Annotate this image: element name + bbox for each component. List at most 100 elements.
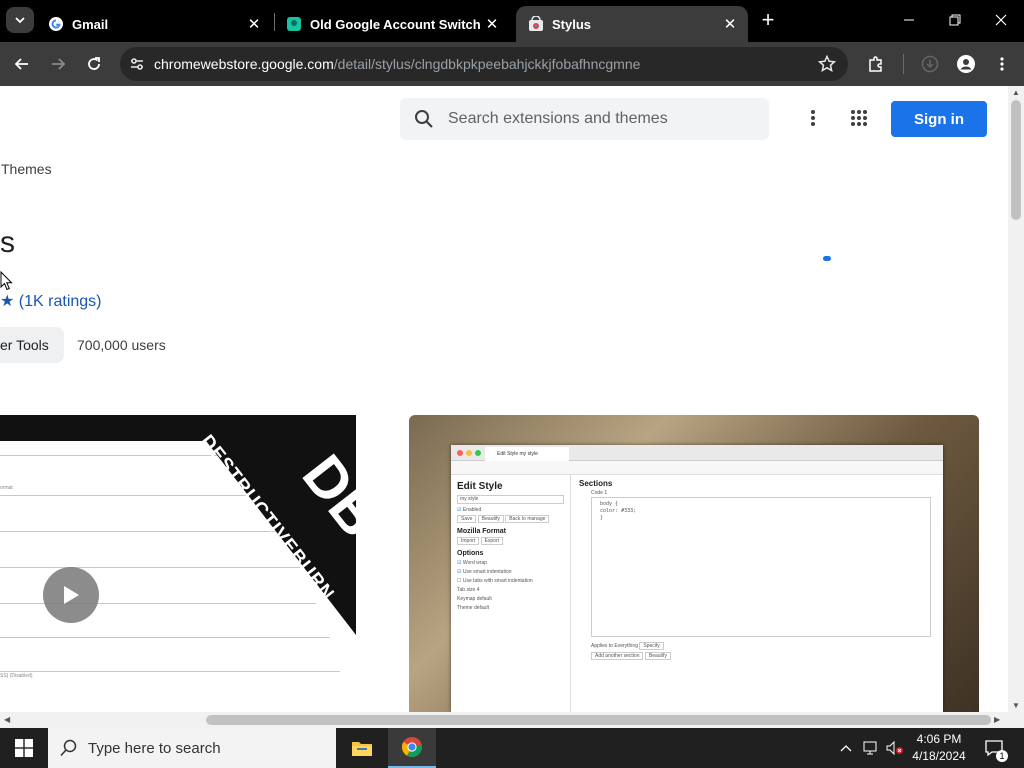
- screenshot-addressbar: [451, 461, 943, 475]
- screenshot-titlebar: Edit Style my style: [451, 445, 943, 461]
- start-button[interactable]: [0, 728, 48, 768]
- minimize-icon: [904, 19, 914, 21]
- show-hidden-icons-button[interactable]: [836, 728, 856, 768]
- applies-to-label: Applies to: [591, 643, 613, 649]
- user-count: 700,000 users: [77, 337, 166, 353]
- style-name-field: my style: [457, 495, 564, 504]
- sign-in-button[interactable]: Sign in: [891, 101, 987, 137]
- code-line: body {: [600, 501, 619, 507]
- tab-gmail[interactable]: Gmail ✕: [36, 6, 272, 42]
- category-label: er Tools: [0, 337, 49, 353]
- ratings-link[interactable]: ★ (1K ratings): [0, 291, 102, 311]
- scroll-right-icon[interactable]: ▶: [994, 715, 1000, 724]
- mozilla-format-heading: Mozilla Format: [457, 528, 507, 535]
- close-window-button[interactable]: [978, 0, 1024, 40]
- back-button[interactable]: [8, 50, 36, 78]
- theme-label: Theme: [457, 605, 473, 611]
- tab-old-google-account-switcher[interactable]: Old Google Account Switcher ✕: [274, 6, 510, 42]
- address-bar[interactable]: chromewebstore.google.com/detail/stylus/…: [120, 47, 848, 81]
- new-tab-button[interactable]: +: [756, 7, 780, 32]
- specify-button: Specify: [639, 642, 664, 650]
- sections-title: Sections: [579, 479, 613, 488]
- nav-themes-link[interactable]: Themes: [1, 161, 52, 177]
- chrome-icon: [402, 737, 423, 758]
- tab-title: Stylus: [552, 16, 592, 32]
- tab-size-row: Tab size 4: [457, 587, 564, 593]
- network-icon: [863, 741, 877, 755]
- tab-size-value: 4: [476, 587, 480, 593]
- extension-puzzle-icon: [286, 16, 302, 32]
- reload-button[interactable]: [80, 50, 108, 78]
- apps-grid-icon: [851, 110, 867, 126]
- chrome-taskbar-button[interactable]: [388, 728, 436, 768]
- loading-spinner: [823, 256, 831, 261]
- tab-search-button[interactable]: [6, 7, 34, 33]
- edit-style-title: Edit Style: [457, 481, 503, 492]
- option-label: Word wrap: [462, 560, 487, 566]
- google-apps-button[interactable]: [847, 106, 871, 130]
- bookmark-star-icon[interactable]: [817, 54, 837, 78]
- gmail-icon: [48, 16, 64, 32]
- option-item: ☑ Word wrap: [457, 560, 487, 566]
- downloads-button[interactable]: [916, 50, 944, 78]
- save-button: Save: [457, 515, 477, 523]
- ratings-count: (1K ratings): [18, 293, 102, 310]
- menu-button[interactable]: [988, 50, 1016, 78]
- close-icon[interactable]: ✕: [480, 12, 504, 36]
- url-path: /detail/stylus/clngdbkpkpeebahjckkjfobaf…: [333, 56, 641, 72]
- vertical-scrollbar[interactable]: ▲ ▼: [1008, 86, 1024, 712]
- horizontal-scrollbar-thumb[interactable]: [206, 715, 991, 725]
- store-more-options-button[interactable]: [801, 106, 825, 130]
- vertical-scrollbar-thumb[interactable]: [1011, 100, 1021, 220]
- notifications-button[interactable]: 1: [980, 728, 1008, 768]
- close-icon[interactable]: ✕: [242, 12, 266, 36]
- taskbar-clock[interactable]: 4:06 PM 4/18/2024: [904, 731, 974, 765]
- search-icon: [400, 109, 448, 129]
- chevron-down-icon: [15, 17, 25, 24]
- code-line: color: #333;: [600, 508, 637, 514]
- code-label: Code 1: [591, 490, 608, 496]
- profile-button[interactable]: [952, 50, 980, 78]
- screenshot-tab: Edit Style my style: [485, 447, 569, 461]
- scroll-up-icon[interactable]: ▲: [1012, 88, 1020, 97]
- export-button: Export: [480, 537, 504, 545]
- keymap-label: Keymap: [457, 596, 476, 602]
- category-chip[interactable]: er Tools: [0, 327, 64, 363]
- avatar-icon: [957, 55, 975, 73]
- extension-title: s: [0, 226, 15, 259]
- option-label: Use tabs with smart indentation: [462, 578, 533, 584]
- close-icon[interactable]: ✕: [718, 12, 742, 36]
- screenshot-preview[interactable]: Edit Style my style Edit Style my style …: [409, 415, 979, 712]
- scroll-left-icon[interactable]: ◀: [4, 715, 10, 724]
- close-icon: [995, 14, 1007, 26]
- play-button[interactable]: [43, 567, 99, 623]
- option-item: ☐ Use tabs with smart indentation: [457, 578, 533, 584]
- chevron-up-icon: [840, 745, 852, 752]
- taskbar-search-placeholder: Type here to search: [88, 739, 221, 757]
- site-info-icon[interactable]: [120, 56, 154, 72]
- reload-icon: [88, 57, 100, 70]
- forward-button[interactable]: [44, 50, 72, 78]
- keymap-value: default: [476, 596, 492, 602]
- tab-stylus[interactable]: Stylus ✕: [516, 6, 748, 42]
- windows-taskbar: Type here to search 4:06 PM 4/18/2024 1: [0, 728, 1024, 768]
- tab-title: Gmail: [72, 16, 109, 32]
- taskbar-search-input[interactable]: Type here to search: [48, 728, 336, 768]
- folder-icon: [352, 742, 372, 756]
- volume-button[interactable]: [884, 728, 906, 768]
- store-search-input[interactable]: Search extensions and themes: [400, 98, 769, 140]
- kebab-menu-icon: [1000, 57, 1004, 71]
- edit-style-panel: Edit Style my style ☑ Enabled Save Beaut…: [451, 475, 571, 712]
- restore-button[interactable]: [932, 0, 978, 40]
- extensions-button[interactable]: [862, 50, 890, 78]
- minimize-button[interactable]: [886, 0, 932, 40]
- dot-icon: [457, 450, 463, 456]
- destructiveburn-banner: DB DESTRUCTIVEBURN: [186, 415, 356, 635]
- everything-label: Everything: [614, 643, 638, 649]
- scroll-down-icon[interactable]: ▼: [1012, 701, 1020, 710]
- network-button[interactable]: [860, 728, 882, 768]
- file-explorer-button[interactable]: [338, 728, 386, 768]
- horizontal-scrollbar[interactable]: ◀ ▶: [0, 712, 1024, 728]
- video-preview[interactable]: ormat SS) (Disabled) DB DESTRUCTIVEBURN: [0, 415, 356, 712]
- volume-muted-icon: [886, 741, 903, 755]
